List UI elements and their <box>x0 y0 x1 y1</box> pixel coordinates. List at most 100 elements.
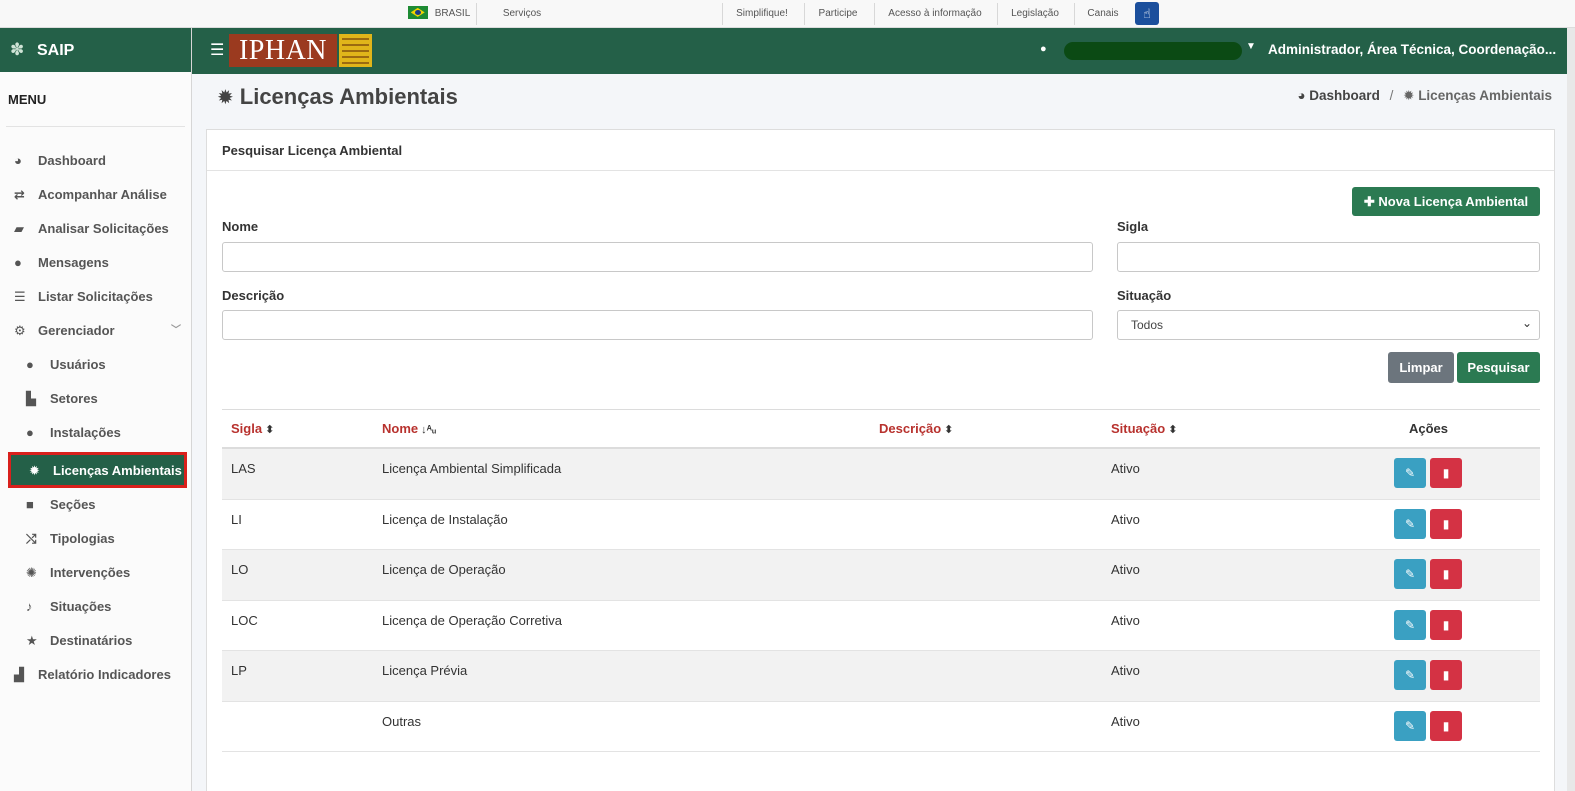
user-info[interactable]: Administrador, Área Técnica, Coordenação… <box>1268 42 1556 57</box>
delete-button[interactable]: ▮ <box>1430 508 1462 539</box>
circle-icon: ● <box>26 425 34 440</box>
sidebar-item-licencas-ambientais[interactable]: ✹ Licenças Ambientais <box>8 452 187 488</box>
user-selector-field[interactable] <box>1064 42 1242 60</box>
menu-title: MENU <box>8 92 47 107</box>
cell-sigla: LOC <box>231 612 258 628</box>
new-license-button[interactable]: ✚ Nova Licença Ambiental <box>1352 187 1540 216</box>
plus-icon: ✚ <box>1363 193 1379 209</box>
edit-button[interactable]: ✎ <box>1394 559 1426 589</box>
gov-link-canais[interactable]: Canais <box>1078 0 1128 27</box>
sidebar-item-instalacoes[interactable]: ● Instalações <box>0 416 191 450</box>
gov-link-legislacao[interactable]: Legislação <box>1001 0 1069 27</box>
th-nome[interactable]: Nome ↓ᴬᵤ <box>382 421 436 436</box>
cell-sigla: LI <box>231 511 242 527</box>
edit-icon: ✎ <box>1404 516 1416 531</box>
gov-link-participe[interactable]: Participe <box>808 0 868 27</box>
sidebar-item-situacoes[interactable]: ♪ Situações <box>0 590 191 624</box>
situacao-label: Situação <box>1117 288 1172 303</box>
descricao-input[interactable] <box>222 310 1093 340</box>
cell-sigla: LO <box>231 562 249 577</box>
cell-nome: Licença de Operação Corretiva <box>382 612 562 628</box>
vlibras-accessibility-icon[interactable]: ☝ <box>1135 2 1159 25</box>
th-descricao[interactable]: Descrição ⬍ <box>879 421 953 436</box>
edit-button[interactable]: ✎ <box>1394 660 1426 690</box>
sidebar-item-dashboard[interactable]: ◕ Dashboard <box>0 144 191 178</box>
table-row: LO Licença de Operação Ativo ✎ ▮ <box>222 550 1540 601</box>
delete-button[interactable]: ▮ <box>1430 660 1462 690</box>
sidebar-item-intervencoes[interactable]: ✺ Intervenções <box>0 556 191 590</box>
industry-icon: ▙ <box>26 391 36 406</box>
situacao-select[interactable]: Todos ⌄ <box>1117 310 1540 340</box>
hamburger-menu-icon[interactable]: ☰ <box>210 40 224 60</box>
cell-situacao: Ativo <box>1111 511 1140 527</box>
sidebar-item-secoes[interactable]: ■ Seções <box>0 488 191 522</box>
trash-icon: ▮ <box>1442 617 1450 632</box>
page-title: ✹ Licenças Ambientais <box>217 84 458 109</box>
sidebar-item-setores[interactable]: ▙ Setores <box>0 382 191 416</box>
trash-icon: ▮ <box>1442 668 1450 682</box>
table-row: LOC Licença de Operação Corretiva Ativo … <box>222 601 1540 651</box>
clear-button[interactable]: Limpar <box>1388 352 1454 383</box>
edit-button[interactable]: ✎ <box>1394 508 1426 539</box>
th-situacao[interactable]: Situação ⬍ <box>1111 421 1177 436</box>
exchange-icon: ⇄ <box>14 187 25 202</box>
table-row: LP Licença Prévia Ativo ✎ ▮ <box>222 651 1540 702</box>
sidebar-item-listar-solicitacoes[interactable]: ☰ Listar Solicitações <box>0 280 191 314</box>
delete-button[interactable]: ▮ <box>1430 458 1462 488</box>
sidebar-item-mensagens[interactable]: ● Mensagens <box>0 246 191 280</box>
licenses-table: Sigla ⬍ Nome ↓ᴬᵤ Descrição ⬍ Situação ⬍ Açõe… <box>222 409 1540 752</box>
breadcrumb-home-link[interactable]: Dashboard <box>1309 88 1380 103</box>
sort-icon: ⬍ <box>265 424 275 436</box>
edit-button[interactable]: ✎ <box>1394 609 1426 640</box>
edit-icon: ✎ <box>1404 718 1416 733</box>
trash-icon: ▮ <box>1442 718 1450 733</box>
gov-link-servicos[interactable]: Serviços <box>490 0 554 27</box>
nome-label: Nome <box>222 219 259 234</box>
sidebar: ✽ SAIP MENU ◕ Dashboard ⇄ Acompanhar Anális… <box>0 28 192 791</box>
sidebar-item-acompanhar-analise[interactable]: ⇄ Acompanhar Análise <box>0 178 191 212</box>
gov-brasil-link[interactable]: BRASIL <box>404 0 474 27</box>
page-scrollbar[interactable] <box>1567 28 1575 791</box>
sidebar-item-destinatarios[interactable]: ★ Destinatários <box>0 624 191 658</box>
sidebar-item-usuarios[interactable]: ● Usuários <box>0 348 191 382</box>
random-icon: ⤭ <box>26 531 37 546</box>
sidebar-item-analisar-solicitacoes[interactable]: ▰ Analisar Solicitações <box>0 212 191 246</box>
cell-sigla: LP <box>231 663 247 678</box>
delete-button[interactable]: ▮ <box>1430 559 1462 589</box>
sigla-input[interactable] <box>1117 242 1540 272</box>
list-icon: ☰ <box>14 289 26 304</box>
sort-icon: ⬍ <box>1168 424 1178 436</box>
search-button[interactable]: Pesquisar <box>1457 352 1540 383</box>
chevron-down-icon: ⌄ <box>1521 316 1532 330</box>
table-header: Sigla ⬍ Nome ↓ᴬᵤ Descrição ⬍ Situação ⬍ Açõe… <box>222 409 1540 449</box>
sidebar-item-tipologias[interactable]: ⤭ Tipologias <box>0 522 191 556</box>
dashboard-icon: ◕ <box>14 153 22 168</box>
edit-button[interactable]: ✎ <box>1394 458 1426 488</box>
sort-icon: ⬍ <box>944 424 954 436</box>
cell-nome: Licença de Instalação <box>382 511 508 527</box>
cell-situacao: Ativo <box>1111 612 1140 628</box>
gov-top-bar: BRASIL Serviços Simplifique! Participe A… <box>0 0 1575 28</box>
comment-icon[interactable]: ● <box>1040 43 1047 55</box>
brazil-flag-icon <box>407 5 428 19</box>
edit-icon: ✎ <box>1404 567 1416 581</box>
cogs-icon: ⚙ <box>14 323 26 338</box>
edit-button[interactable]: ✎ <box>1394 710 1426 741</box>
caret-down-icon[interactable]: ▼ <box>1246 41 1256 52</box>
sort-alpha-asc-icon: ↓ᴬᵤ <box>421 424 437 436</box>
gov-link-acesso-informacao[interactable]: Acesso à informação <box>878 0 992 27</box>
cell-nome: Licença de Operação <box>382 562 506 577</box>
nome-input[interactable] <box>222 242 1093 272</box>
sidebar-item-relatorio-indicadores[interactable]: ▟ Relatório Indicadores <box>0 658 191 692</box>
sun-icon: ✺ <box>26 565 37 580</box>
sidebar-item-gerenciador[interactable]: ⚙ Gerenciador ﹀ <box>0 314 191 348</box>
gov-link-simplifique[interactable]: Simplifique! <box>726 0 798 27</box>
book-icon: ▰ <box>14 221 24 236</box>
delete-button[interactable]: ▮ <box>1430 710 1462 741</box>
th-sigla[interactable]: Sigla ⬍ <box>231 421 274 436</box>
iphan-logo[interactable]: IPHAN <box>229 34 372 67</box>
delete-button[interactable]: ▮ <box>1430 609 1462 640</box>
saip-logo-icon: ✽ <box>10 40 25 59</box>
brand[interactable]: ✽ SAIP <box>0 28 191 72</box>
square-icon: ■ <box>26 497 34 512</box>
